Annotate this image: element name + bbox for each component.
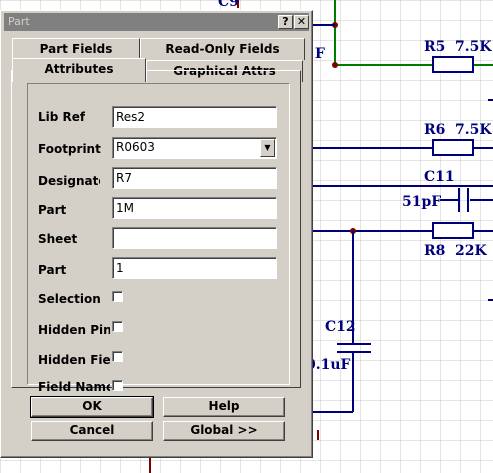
c12-designator: C12	[325, 319, 356, 335]
field-names-checkbox[interactable]	[112, 380, 123, 391]
lib-ref-label: Lib Ref	[38, 110, 86, 124]
r5-value: 7.5K	[455, 39, 492, 55]
hidden-pins-checkbox[interactable]	[112, 321, 123, 332]
r8-designator: R8	[424, 243, 445, 259]
tab-part-fields[interactable]: Part Fields	[12, 38, 140, 60]
tab-attributes[interactable]: Attributes	[12, 58, 146, 82]
hidden-fields-checkbox[interactable]	[112, 351, 123, 362]
hidden-fields-label: Hidden Fiel	[38, 353, 110, 367]
designator-input[interactable]	[112, 167, 277, 189]
field-names-label: Field Name	[38, 380, 110, 394]
c11-designator: C11	[424, 169, 455, 185]
resistor-r5[interactable]	[432, 56, 474, 73]
title-bar[interactable]: Part ? ✕	[4, 13, 309, 31]
dialog-title: Part	[8, 15, 30, 28]
cap-top-value: F	[315, 46, 325, 62]
selection-checkbox[interactable]	[112, 291, 123, 302]
resistor-r6[interactable]	[432, 139, 474, 156]
footprint-select[interactable]: R0603 ▼	[112, 137, 277, 159]
footprint-value: R0603	[116, 140, 155, 154]
r8-value: 22K	[455, 243, 487, 259]
hidden-pins-label: Hidden Pin	[38, 323, 110, 337]
sheet-input[interactable]	[112, 227, 277, 249]
part-type-input[interactable]	[112, 197, 277, 219]
part-number-input[interactable]	[112, 257, 277, 279]
cap-top-designator: C9	[218, 0, 239, 10]
chevron-down-icon[interactable]: ▼	[260, 139, 275, 157]
r6-designator: R6	[424, 122, 445, 138]
lib-ref-input[interactable]	[112, 106, 277, 128]
selection-label: Selection	[38, 292, 101, 306]
resistor-r8[interactable]	[432, 222, 474, 239]
r5-designator: R5	[424, 39, 445, 55]
global-button[interactable]: Global >>	[163, 421, 285, 441]
footprint-label: Footprint	[38, 142, 101, 156]
close-icon-button[interactable]: ✕	[294, 15, 309, 29]
cancel-button[interactable]: Cancel	[31, 421, 153, 441]
help-icon-button[interactable]: ?	[278, 15, 293, 29]
sheet-label: Sheet	[38, 232, 78, 246]
tab-read-only-fields[interactable]: Read-Only Fields	[140, 38, 305, 60]
junction-dot	[332, 62, 338, 68]
c11-value: 51pF	[402, 194, 441, 210]
r6-value: 7.5K	[455, 122, 492, 138]
designator-label: Designato	[38, 174, 100, 188]
help-button[interactable]: Help	[163, 397, 285, 417]
ok-button[interactable]: OK	[30, 396, 154, 418]
part-number-label: Part	[38, 263, 67, 277]
part-type-label: Part	[38, 203, 67, 217]
